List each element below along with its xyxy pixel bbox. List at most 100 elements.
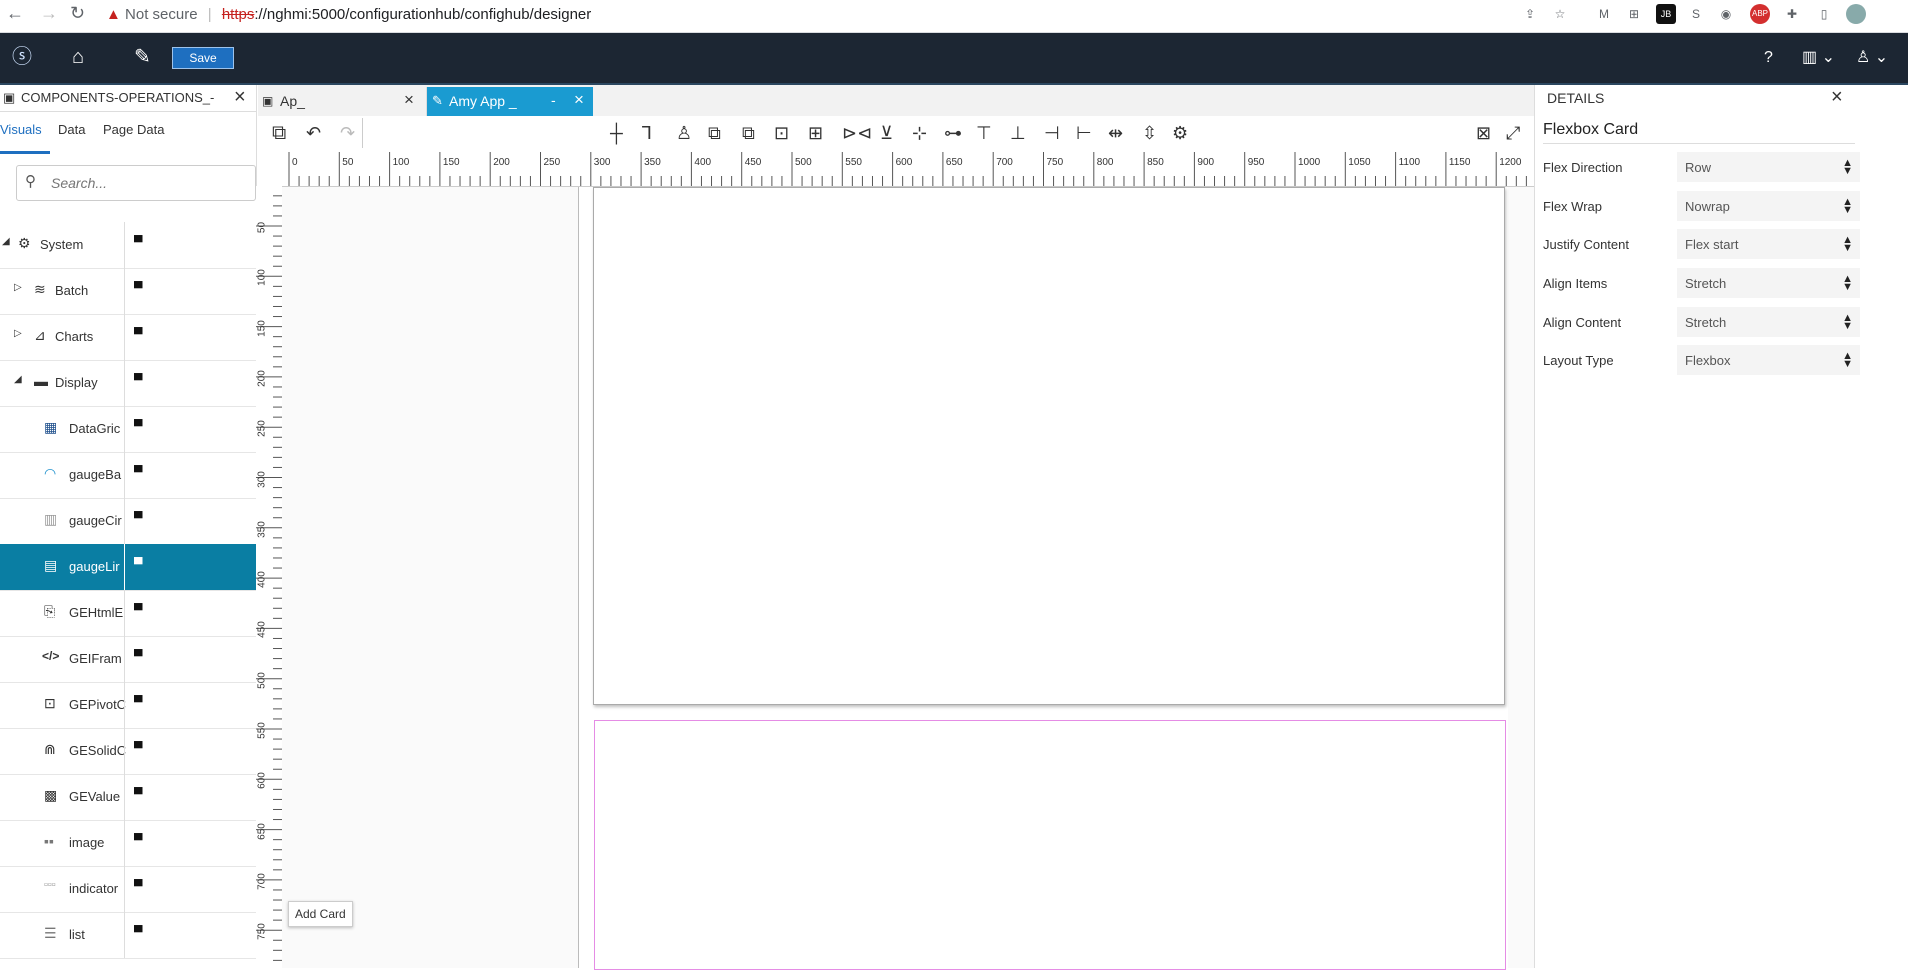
monitor-icon[interactable]: ▀ (134, 235, 143, 249)
user-menu-icon[interactable]: ♙ ⌄ (1856, 46, 1888, 70)
puzzle-icon[interactable]: ✚ (1782, 4, 1802, 24)
tree-item-charts[interactable]: ▷ ⊿ Charts ▀ (0, 314, 256, 361)
monitor-icon[interactable]: ▀ (134, 281, 143, 295)
flip-horizontal-icon[interactable]: ⊳⊲ (842, 122, 872, 144)
bring-forward-icon[interactable]: ⧉ (708, 122, 721, 144)
justify-content-select[interactable]: Flex start ▲ ▼ (1677, 229, 1863, 259)
tree-item-gesolid[interactable]: ⋒ GESolidC ▀ (0, 728, 256, 775)
align-content-select[interactable]: Stretch ▲ ▼ (1677, 307, 1863, 337)
tree-item-indicator[interactable]: ▫▫▫ indicator ▀ (0, 866, 256, 913)
monitor-icon[interactable]: ▀ (134, 373, 143, 387)
tab-data[interactable]: Data (58, 122, 85, 137)
tree-item-gevalue[interactable]: ▩ GEValue ▀ (0, 774, 256, 821)
camera-icon[interactable]: ◉ (1716, 4, 1736, 24)
close-icon[interactable]: × (234, 86, 246, 109)
distribute-horizontal-icon[interactable]: ⇹ (1108, 122, 1123, 144)
tree-item-gaugecircle[interactable]: ▥ gaugeCir ▀ (0, 498, 256, 545)
jb-icon[interactable]: JB (1656, 4, 1676, 24)
home-icon[interactable]: ⌂ (72, 45, 84, 69)
monitor-icon[interactable]: ▀ (134, 511, 143, 525)
send-backward-icon[interactable]: ⧉ (742, 122, 755, 144)
flip-vertical-icon[interactable]: ⊻ (880, 122, 893, 144)
save-button[interactable]: Save (172, 47, 234, 69)
crosshair-icon[interactable]: ┼ (610, 122, 623, 144)
close-icon[interactable]: × (404, 90, 414, 110)
share-icon[interactable]: ⇪ (1520, 4, 1540, 24)
brush-icon[interactable]: ✎ (134, 45, 151, 69)
layout-type-select[interactable]: Flexbox ▲ ▼ (1677, 345, 1863, 375)
expand-arrow-icon[interactable]: ◢ (14, 374, 22, 385)
align-right-icon[interactable]: ⊢ (1076, 122, 1092, 144)
align-left-icon[interactable]: ⊣ (1044, 122, 1060, 144)
doc-tab-amy-app[interactable]: ✎ Amy App _ - × (427, 87, 593, 116)
monitor-icon[interactable]: ▀ (134, 879, 143, 893)
search-input[interactable] (49, 172, 243, 194)
forward-icon[interactable]: → (40, 0, 58, 30)
format-painter-icon[interactable]: ♙ (676, 122, 692, 144)
flexbox-card[interactable] (593, 187, 1505, 705)
flexbox-card-selected[interactable] (594, 720, 1506, 970)
address-bar[interactable]: ▲ Not secure | https://nghmi:5000/config… (106, 3, 591, 27)
monitor-icon[interactable]: ▀ (134, 833, 143, 847)
align-middle-icon[interactable]: ⊶ (944, 122, 962, 144)
tree-item-gaugebar[interactable]: ◠ gaugeBa ▀ (0, 452, 256, 499)
align-items-select[interactable]: Stretch ▲ ▼ (1677, 268, 1863, 298)
align-bottom-icon[interactable]: ⊥ (1010, 122, 1026, 144)
tree-item-display[interactable]: ◢ ▬ Display ▀ (0, 360, 256, 407)
monitor-icon[interactable]: ▀ (134, 925, 143, 939)
tree-item-geiframe[interactable]: </> GEIFram ▀ (0, 636, 256, 683)
tree-item-gaugelinear[interactable]: ▤ gaugeLir ▀ (0, 544, 256, 591)
tree-item-gehtml[interactable]: ⎘ GEHtmlE ▀ (0, 590, 256, 637)
tree-item-batch[interactable]: ▷ ≋ Batch ▀ (0, 268, 256, 315)
monitor-icon[interactable]: ▀ (134, 603, 143, 617)
tree-item-image[interactable]: ▪▪ image ▀ (0, 820, 256, 867)
redo-icon[interactable]: ↷ (340, 122, 355, 144)
add-card-button[interactable]: Add Card (288, 901, 353, 927)
monitor-icon[interactable]: ▀ (134, 695, 143, 709)
expand-icon[interactable]: ⤢ (1506, 122, 1520, 144)
tree-item-datagrid[interactable]: ▦ DataGric ▀ (0, 406, 256, 453)
minimize-icon[interactable]: - (551, 92, 556, 108)
abp-icon[interactable]: ABP (1750, 4, 1770, 24)
flex-wrap-select[interactable]: Nowrap ▲ ▼ (1677, 191, 1863, 221)
align-top-icon[interactable]: ⊤ (976, 122, 992, 144)
sidepanel-icon[interactable]: ▯ (1814, 4, 1834, 24)
doc-tab-ap[interactable]: ▣ Ap_ × (258, 87, 427, 116)
tab-page-data[interactable]: Page Data (103, 122, 164, 137)
close-icon[interactable]: × (574, 90, 584, 110)
monitor-icon[interactable]: ▀ (134, 465, 143, 479)
tree-item-system[interactable]: ◢ ⚙ System ▀ (0, 222, 256, 269)
group-icon[interactable]: ⊡ (774, 122, 789, 144)
reload-icon[interactable]: ↻ (70, 0, 85, 30)
monitor-icon[interactable]: ▀ (134, 649, 143, 663)
monitor-icon[interactable]: ▀ (134, 557, 143, 571)
connector-icon[interactable]: ⅂ (642, 122, 652, 144)
close-icon[interactable]: × (1831, 86, 1843, 109)
preview-icon[interactable]: ⧉ (272, 122, 286, 144)
profile-avatar-icon[interactable] (1846, 4, 1866, 24)
undo-icon[interactable]: ↶ (306, 122, 321, 144)
tab-visuals[interactable]: Visuals (0, 122, 42, 137)
monitor-icon[interactable]: ▀ (134, 787, 143, 801)
distribute-vertical-icon[interactable]: ⇳ (1142, 122, 1157, 144)
layout-menu-icon[interactable]: ▥ ⌄ (1802, 46, 1835, 70)
ruler-toggle-icon[interactable]: ⊠ (1476, 122, 1491, 144)
app-logo-icon[interactable]: ⓢ (12, 45, 32, 69)
monitor-icon[interactable]: ▀ (134, 741, 143, 755)
monitor-icon[interactable]: ▀ (134, 419, 143, 433)
help-icon[interactable]: ? (1764, 46, 1773, 70)
star-icon[interactable]: ☆ (1550, 4, 1570, 24)
expand-arrow-icon[interactable]: ◢ (2, 236, 10, 247)
settings-icon[interactable]: ⚙ (1172, 122, 1188, 144)
tree-item-list[interactable]: ☰ list ▀ (0, 912, 256, 959)
gmail-icon[interactable]: M (1594, 4, 1614, 24)
back-icon[interactable]: ← (6, 0, 24, 30)
extension-icon[interactable]: ⊞ (1624, 4, 1644, 24)
collapse-arrow-icon[interactable]: ▷ (14, 328, 22, 339)
collapse-arrow-icon[interactable]: ▷ (14, 282, 22, 293)
tree-item-gepivot[interactable]: ⊡ GEPivotC ▀ (0, 682, 256, 729)
align-center-icon[interactable]: ⊹ (912, 122, 927, 144)
ungroup-icon[interactable]: ⊞ (808, 122, 823, 144)
monitor-icon[interactable]: ▀ (134, 327, 143, 341)
skype-icon[interactable]: S (1686, 4, 1706, 24)
